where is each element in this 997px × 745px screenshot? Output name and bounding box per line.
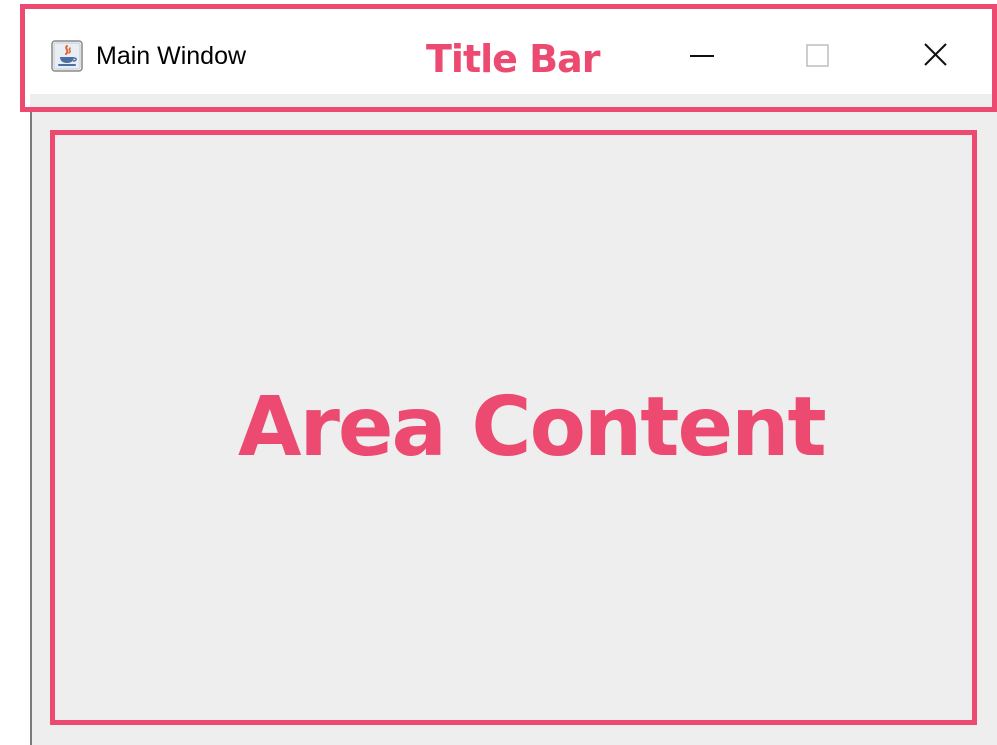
content-area-annotation-label: Area Content bbox=[238, 380, 827, 475]
screenshot-stage: Main Window Title Bar Area Content bbox=[0, 0, 997, 745]
title-bar-annotation-label: Title Bar bbox=[426, 37, 600, 81]
